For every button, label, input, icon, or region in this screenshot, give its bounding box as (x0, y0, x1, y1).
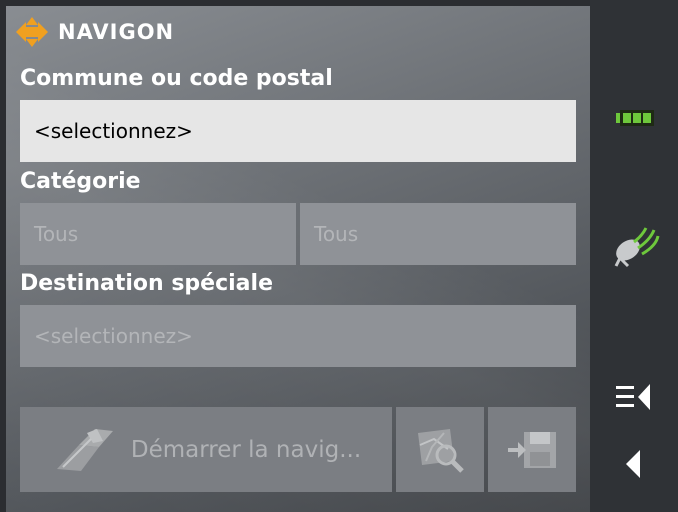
categorie-value-2: Tous (314, 222, 359, 246)
destination-value: <selectionnez> (34, 324, 193, 348)
gps-satellite-icon (614, 227, 660, 268)
start-navigation-label: Démarrer la navig... (130, 436, 362, 463)
navigon-logo-icon (16, 17, 48, 47)
back-icon[interactable] (626, 450, 642, 478)
categorie-field-2[interactable]: Tous (300, 203, 576, 265)
brand-header: NAVIGON (14, 14, 174, 50)
commune-label: Commune ou code postal (20, 66, 333, 91)
status-sidebar (590, 0, 678, 512)
battery-icon (616, 110, 654, 126)
start-navigation-button[interactable]: Démarrer la navig... (20, 407, 392, 492)
destination-field[interactable]: <selectionnez> (20, 305, 576, 367)
destination-label: Destination spéciale (20, 271, 273, 296)
commune-value: <selectionnez> (34, 119, 193, 143)
top-border (0, 0, 678, 6)
save-icon (508, 431, 556, 468)
map-search-icon (418, 428, 464, 473)
brand-name: NAVIGON (58, 20, 175, 44)
categorie-field-1[interactable]: Tous (20, 203, 296, 265)
save-button[interactable] (488, 407, 576, 492)
categorie-value-1: Tous (34, 222, 79, 246)
categorie-label: Catégorie (20, 169, 141, 194)
menu-icon[interactable] (616, 382, 654, 412)
map-search-button[interactable] (396, 407, 484, 492)
left-border (0, 0, 6, 512)
navigation-start-icon (56, 428, 113, 471)
main-panel: NAVIGON Commune ou code postal <selectio… (0, 0, 590, 512)
commune-field[interactable]: <selectionnez> (20, 100, 576, 162)
navigon-screen: NAVIGON Commune ou code postal <selectio… (0, 0, 678, 512)
